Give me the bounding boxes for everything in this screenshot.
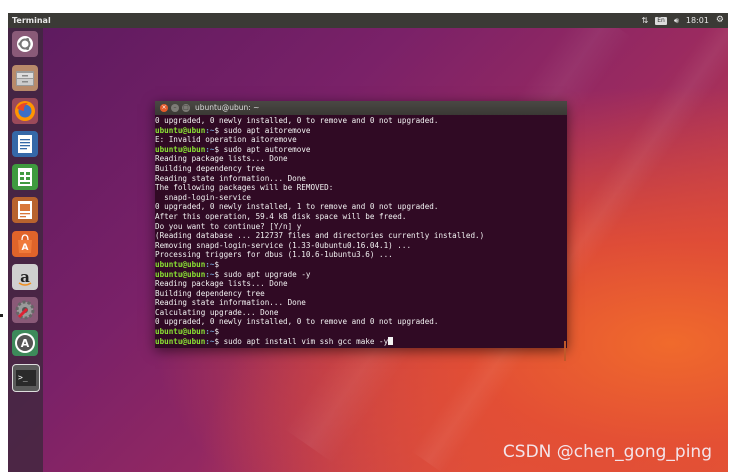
terminal-output-line: Calculating upgrade... Done bbox=[155, 307, 279, 317]
svg-text:A: A bbox=[21, 337, 30, 350]
terminal-output-line: snapd-login-service bbox=[155, 192, 252, 202]
prompt-user: ubuntu@ubun bbox=[155, 336, 206, 346]
terminal-output-line: Reading state information... Done bbox=[155, 173, 306, 183]
command-text: $ sudo apt install vim ssh gcc make -y bbox=[214, 336, 389, 346]
terminal-command-line: ubuntu@ubun:~$ sudo apt upgrade -y bbox=[155, 270, 567, 280]
terminal-scrollbar[interactable] bbox=[564, 341, 566, 361]
terminal-output-line: 0 upgraded, 0 newly installed, 0 to remo… bbox=[155, 116, 439, 125]
terminal-command-line: ubuntu@ubun:~$ sudo apt install vim ssh … bbox=[155, 336, 567, 347]
window-title: ubuntu@ubun: ~ bbox=[195, 103, 260, 112]
active-app-title: Terminal bbox=[12, 16, 51, 25]
system-settings-icon[interactable] bbox=[12, 297, 38, 323]
command-text: $ bbox=[214, 259, 220, 269]
libreoffice-impress-icon[interactable] bbox=[12, 197, 38, 223]
prompt-user: ubuntu@ubun bbox=[155, 269, 206, 279]
libreoffice-calc-icon[interactable] bbox=[12, 164, 38, 190]
terminal-command-line: ubuntu@ubun:~$ sudo apt autoremove bbox=[155, 145, 567, 155]
watermark: CSDN @chen_gong_ping bbox=[502, 442, 712, 462]
terminal-output-line: After this operation, 59.4 kB disk space… bbox=[155, 211, 407, 221]
prompt-user: ubuntu@ubun bbox=[155, 259, 206, 269]
terminal-output-line: Do you want to continue? [Y/n] y bbox=[155, 221, 302, 231]
svg-text:>_: >_ bbox=[18, 373, 28, 382]
prompt-user: ubuntu@ubun bbox=[155, 144, 206, 154]
network-updown-icon[interactable]: ⇅ bbox=[642, 13, 649, 28]
ubuntu-dash-icon[interactable] bbox=[12, 31, 38, 57]
terminal-output-line: Processing triggers for dbus (1.10.6-1ub… bbox=[155, 250, 393, 260]
files-icon[interactable] bbox=[12, 65, 38, 91]
top-panel: Terminal ⇅ En 🔊︎ 18:01 ⚙ bbox=[8, 13, 728, 28]
terminal-output-line: Reading package lists... Done bbox=[155, 279, 288, 289]
terminal-output-line: Building dependency tree bbox=[155, 288, 265, 298]
terminal-output-line: 0 upgraded, 0 newly installed, 0 to remo… bbox=[155, 317, 439, 327]
software-updater-icon[interactable]: A bbox=[12, 330, 38, 356]
prompt-user: ubuntu@ubun bbox=[155, 327, 206, 337]
terminal-output-line: Removing snapd-login-service (1.33-0ubun… bbox=[155, 240, 412, 250]
maximize-icon[interactable]: □ bbox=[182, 104, 190, 112]
ubuntu-software-icon[interactable]: A bbox=[12, 231, 38, 257]
clock[interactable]: 18:01 bbox=[686, 13, 709, 28]
keyboard-layout-indicator[interactable]: En bbox=[655, 16, 667, 25]
svg-text:a: a bbox=[20, 268, 30, 286]
terminal-command-line: ubuntu@ubun:~$ bbox=[155, 260, 567, 270]
terminal-output[interactable]: 0 upgraded, 0 newly installed, 0 to remo… bbox=[155, 115, 567, 346]
settings-gear-icon[interactable]: ⚙ bbox=[716, 13, 724, 28]
close-icon[interactable]: × bbox=[160, 104, 168, 112]
terminal-window[interactable]: × – □ ubuntu@ubun: ~ 0 upgraded, 0 newly… bbox=[155, 101, 567, 361]
terminal-command-line: ubuntu@ubun:~$ sudo apt aitoremove bbox=[155, 126, 567, 136]
libreoffice-writer-icon[interactable] bbox=[12, 131, 38, 157]
desktop: Terminal ⇅ En 🔊︎ 18:01 ⚙ A a A >_ × – □ … bbox=[8, 13, 728, 472]
terminal-output-line: E: Invalid operation aitoremove bbox=[155, 135, 297, 145]
command-text: $ sudo apt aitoremove bbox=[214, 125, 311, 135]
terminal-output-line: Reading state information... Done bbox=[155, 298, 306, 308]
terminal-command-line: ubuntu@ubun:~$ bbox=[155, 327, 567, 337]
terminal-output-line: The following packages will be REMOVED: bbox=[155, 183, 334, 193]
terminal-titlebar[interactable]: × – □ ubuntu@ubun: ~ bbox=[155, 101, 567, 115]
command-text: $ bbox=[214, 327, 220, 337]
prompt-user: ubuntu@ubun bbox=[155, 125, 206, 135]
terminal-output-line: (Reading database ... 212737 files and d… bbox=[155, 231, 485, 241]
edge-mark bbox=[0, 314, 3, 317]
text-cursor bbox=[388, 336, 393, 345]
command-text: $ sudo apt autoremove bbox=[214, 144, 311, 154]
terminal-output-line: Building dependency tree bbox=[155, 163, 265, 173]
minimize-icon[interactable]: – bbox=[171, 104, 179, 112]
svg-text:A: A bbox=[22, 243, 29, 253]
terminal-output-line: 0 upgraded, 0 newly installed, 1 to remo… bbox=[155, 202, 439, 212]
terminal-output-line: Reading package lists... Done bbox=[155, 154, 288, 164]
terminal-icon[interactable]: >_ bbox=[12, 364, 40, 392]
firefox-icon[interactable] bbox=[12, 98, 38, 124]
volume-icon[interactable]: 🔊︎ bbox=[674, 13, 679, 28]
amazon-icon[interactable]: a bbox=[12, 264, 38, 290]
launcher: A a A >_ bbox=[8, 28, 43, 472]
command-text: $ sudo apt upgrade -y bbox=[214, 269, 311, 279]
